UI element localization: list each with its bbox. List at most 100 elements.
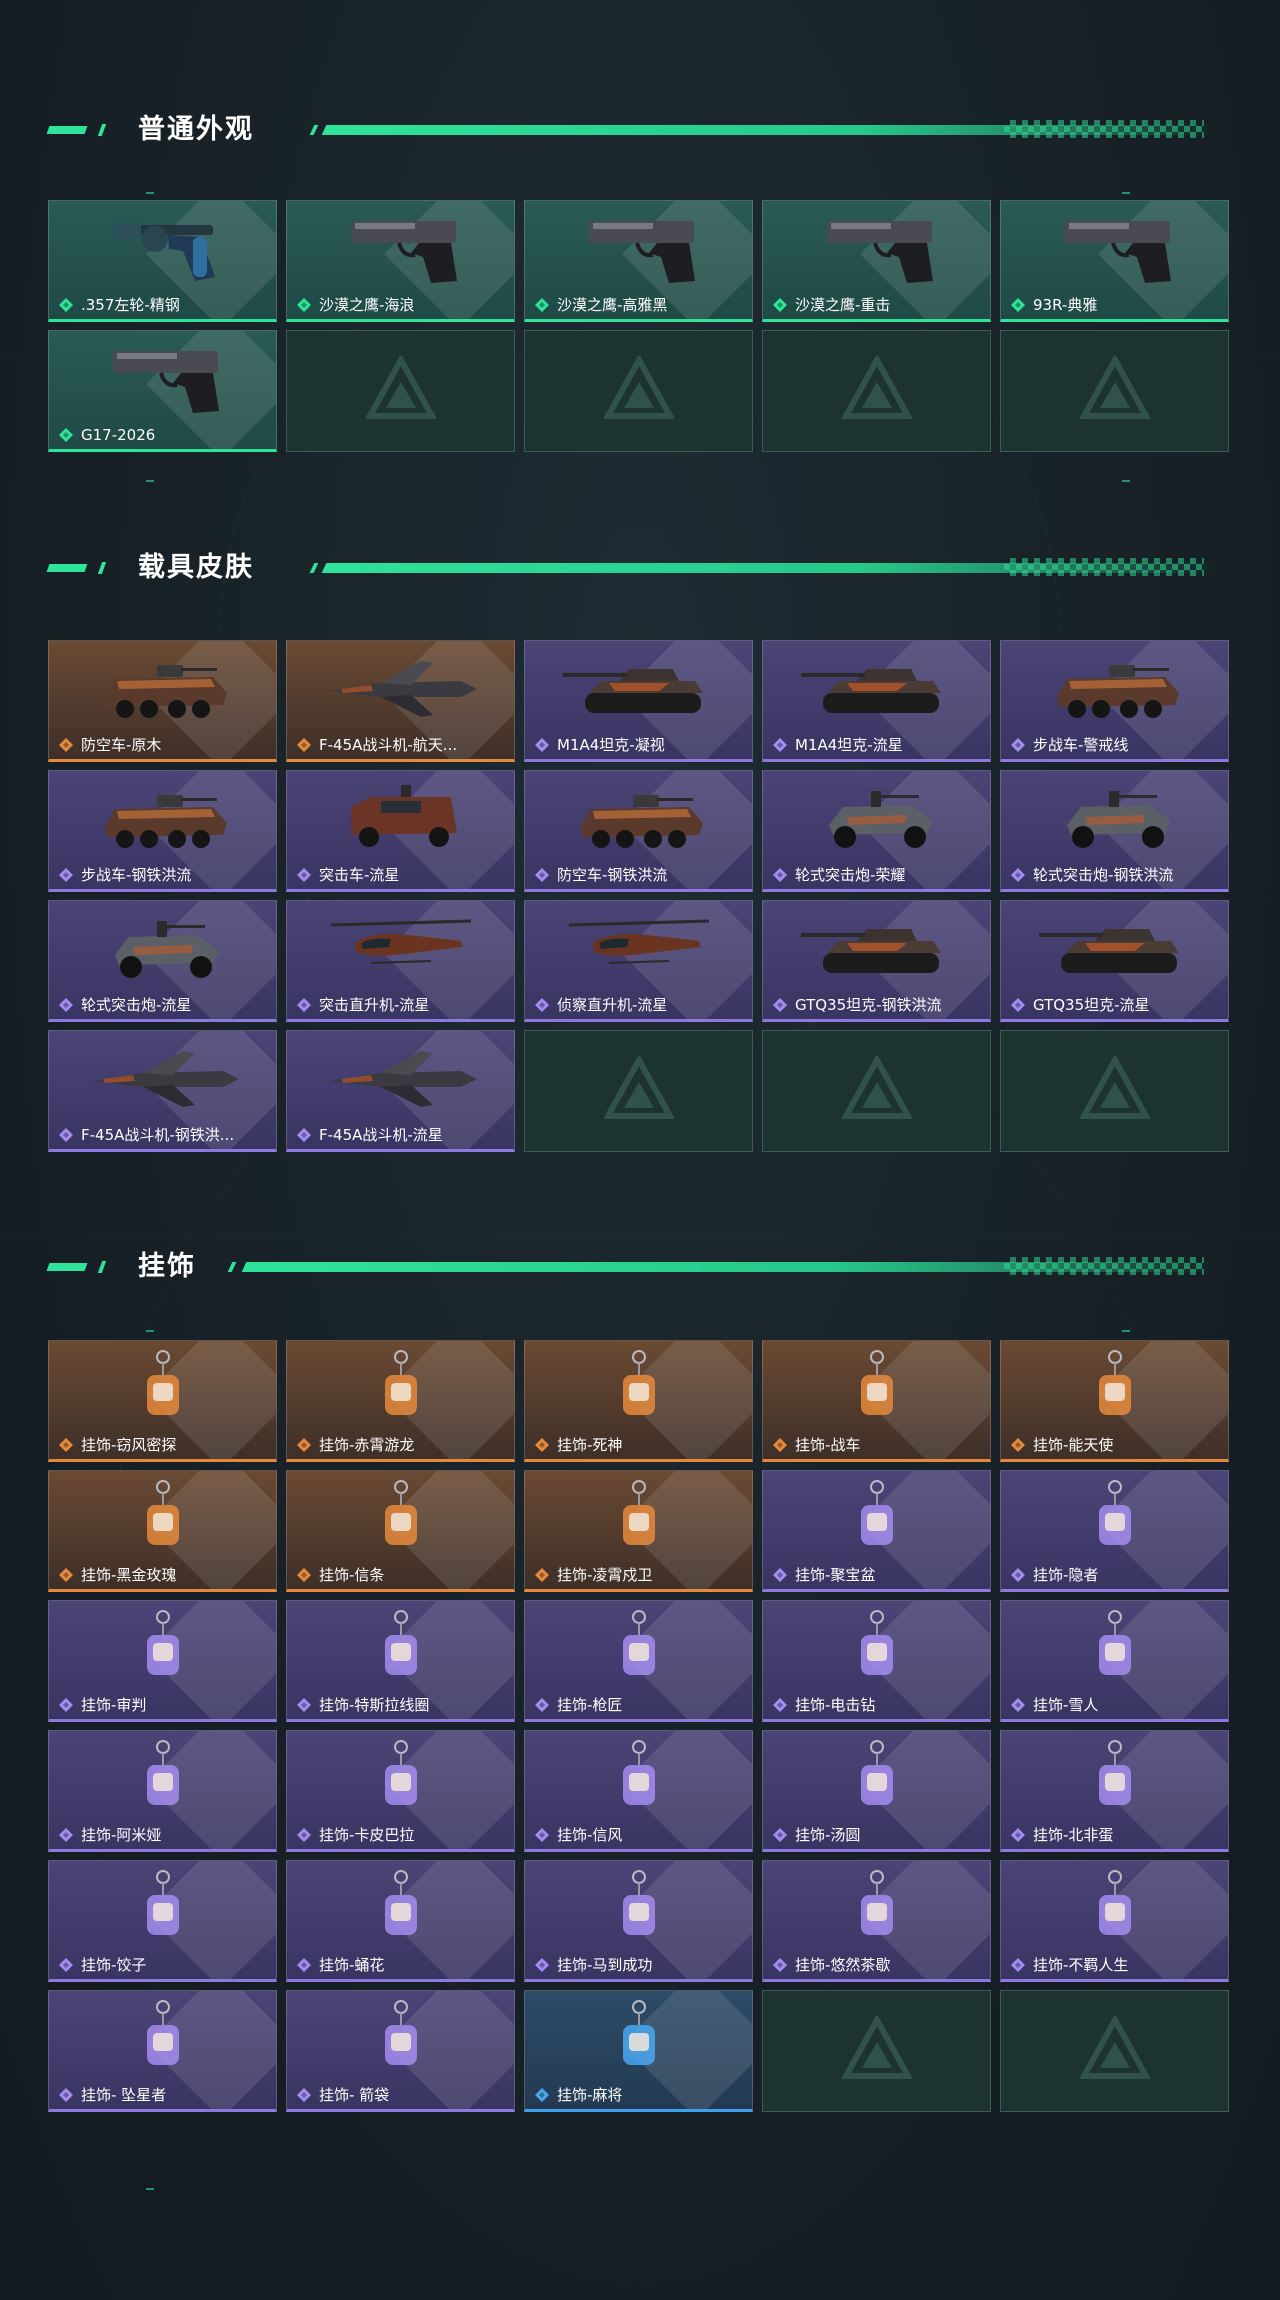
item-card[interactable]: 步战车-钢铁洪流 (48, 770, 277, 892)
section-header-vehicle-skins: 载具皮肤 (46, 548, 1232, 588)
item-card[interactable]: 防空车-钢铁洪流 (524, 770, 753, 892)
item-name: 步战车-钢铁洪流 (81, 866, 192, 884)
item-card[interactable]: 挂饰-雪人 (1000, 1600, 1229, 1722)
empty-slot (286, 330, 515, 452)
item-card[interactable]: 挂饰-汤圆 (762, 1730, 991, 1852)
item-card[interactable]: .357左轮-精钢 (48, 200, 277, 322)
item-card[interactable]: M1A4坦克-流星 (762, 640, 991, 762)
item-card[interactable]: 挂饰-信风 (524, 1730, 753, 1852)
item-card[interactable]: 挂饰-特斯拉线圈 (286, 1600, 515, 1722)
item-card[interactable]: 沙漠之鹰-重击 (762, 200, 991, 322)
item-name: 挂饰-死神 (557, 1436, 623, 1454)
item-name: 挂饰- 坠星者 (81, 2086, 167, 2104)
item-card[interactable]: 沙漠之鹰-高雅黑 (524, 200, 753, 322)
item-card[interactable]: 挂饰-黑金玫瑰 (48, 1470, 277, 1592)
item-name: 挂饰-枪匠 (557, 1696, 623, 1714)
item-name: M1A4坦克-凝视 (557, 736, 665, 754)
item-name: 挂饰-悠然茶歇 (795, 1956, 891, 1974)
item-name: F-45A战斗机-航天... (319, 736, 458, 754)
empty-slot (1000, 1990, 1229, 2112)
item-name: 挂饰-特斯拉线圈 (319, 1696, 430, 1714)
item-card[interactable]: M1A4坦克-凝视 (524, 640, 753, 762)
rarity-diamond-icon (773, 298, 787, 312)
rarity-diamond-icon (773, 1568, 787, 1582)
rarity-diamond-icon (773, 1698, 787, 1712)
corner-mark (146, 1330, 154, 1332)
item-card[interactable]: 93R-典雅 (1000, 200, 1229, 322)
item-name: 挂饰-信风 (557, 1826, 623, 1844)
item-name: 挂饰-饺子 (81, 1956, 147, 1974)
item-name: 挂饰-隐者 (1033, 1566, 1099, 1584)
section-header-charms: 挂饰 (46, 1247, 1232, 1287)
item-card[interactable]: 挂饰-阿米娅 (48, 1730, 277, 1852)
rarity-diamond-icon (297, 298, 311, 312)
item-card[interactable]: F-45A战斗机-流星 (286, 1030, 515, 1152)
item-name: 挂饰- 箭袋 (319, 2086, 390, 2104)
item-card[interactable]: 挂饰-窃风密探 (48, 1340, 277, 1462)
item-card[interactable]: 轮式突击炮-钢铁洪流 (1000, 770, 1229, 892)
section-header-common-appearance: 普通外观 (46, 110, 1232, 150)
rarity-diamond-icon (773, 1438, 787, 1452)
item-card[interactable]: 挂饰-不羁人生 (1000, 1860, 1229, 1982)
item-card[interactable]: 挂饰-马到成功 (524, 1860, 753, 1982)
item-name: 挂饰-窃风密探 (81, 1436, 177, 1454)
item-card[interactable]: 挂饰-审判 (48, 1600, 277, 1722)
item-card[interactable]: 挂饰-凌霄戍卫 (524, 1470, 753, 1592)
item-card[interactable]: G17-2026 (48, 330, 277, 452)
item-card[interactable]: 步战车-警戒线 (1000, 640, 1229, 762)
empty-slot (762, 1030, 991, 1152)
item-name: 挂饰-凌霄戍卫 (557, 1566, 653, 1584)
item-card[interactable]: 挂饰-赤霄游龙 (286, 1340, 515, 1462)
item-card[interactable]: 轮式突击炮-荣耀 (762, 770, 991, 892)
item-name: F-45A战斗机-流星 (319, 1126, 443, 1144)
item-card[interactable]: 侦察直升机-流星 (524, 900, 753, 1022)
rarity-diamond-icon (297, 1958, 311, 1972)
item-grid-common-appearance: .357左轮-精钢 沙漠之鹰-海浪 沙漠之鹰-高雅黑 沙漠之鹰-重击 93R-典雅 G17… (48, 200, 1232, 452)
item-card[interactable]: 挂饰- 坠星者 (48, 1990, 277, 2112)
item-name: 挂饰-阿米娅 (81, 1826, 162, 1844)
item-name: 防空车-原木 (81, 736, 162, 754)
rarity-diamond-icon (297, 868, 311, 882)
item-name: 突击直升机-流星 (319, 996, 430, 1014)
item-card[interactable]: 挂饰-战车 (762, 1340, 991, 1462)
item-card[interactable]: GTQ35坦克-流星 (1000, 900, 1229, 1022)
item-name: 侦察直升机-流星 (557, 996, 668, 1014)
placeholder-logo-icon (603, 1056, 674, 1119)
item-card[interactable]: 挂饰-悠然茶歇 (762, 1860, 991, 1982)
corner-mark (1122, 1330, 1130, 1332)
section-title: 载具皮肤 (138, 552, 254, 583)
item-grid-charms: 挂饰-窃风密探 挂饰-赤霄游龙 挂饰-死神 挂饰-战车 挂饰-能天使 挂饰-黑金玫瑰 挂饰-… (48, 1340, 1232, 2112)
item-name: 挂饰-黑金玫瑰 (81, 1566, 177, 1584)
item-card[interactable]: 沙漠之鹰-海浪 (286, 200, 515, 322)
empty-slot (524, 330, 753, 452)
item-card[interactable]: GTQ35坦克-钢铁洪流 (762, 900, 991, 1022)
item-card[interactable]: 挂饰-饺子 (48, 1860, 277, 1982)
item-name: M1A4坦克-流星 (795, 736, 903, 754)
item-card[interactable]: 挂饰-能天使 (1000, 1340, 1229, 1462)
corner-mark (1122, 480, 1130, 482)
item-card[interactable]: 挂饰-枪匠 (524, 1600, 753, 1722)
item-card[interactable]: 突击直升机-流星 (286, 900, 515, 1022)
item-card[interactable]: 挂饰-电击钻 (762, 1600, 991, 1722)
item-card[interactable]: 挂饰- 箭袋 (286, 1990, 515, 2112)
item-card[interactable]: 突击车-流星 (286, 770, 515, 892)
item-name: 沙漠之鹰-高雅黑 (557, 296, 668, 314)
item-card[interactable]: 挂饰-麻将 (524, 1990, 753, 2112)
item-card[interactable]: 防空车-原木 (48, 640, 277, 762)
item-card[interactable]: 挂饰-蛹花 (286, 1860, 515, 1982)
item-card[interactable]: F-45A战斗机-钢铁洪... (48, 1030, 277, 1152)
item-card[interactable]: 挂饰-隐者 (1000, 1470, 1229, 1592)
item-grid-vehicle-skins: 防空车-原木 F-45A战斗机-航天... M1A4坦克-凝视 M1A4坦克-流星 步战… (48, 640, 1232, 1152)
item-card[interactable]: 挂饰-卡皮巴拉 (286, 1730, 515, 1852)
item-card[interactable]: 挂饰-死神 (524, 1340, 753, 1462)
placeholder-logo-icon (841, 356, 912, 419)
item-card[interactable]: 挂饰-北非蛋 (1000, 1730, 1229, 1852)
header-line-tick (309, 125, 319, 135)
item-name: 挂饰-审判 (81, 1696, 147, 1714)
item-card[interactable]: F-45A战斗机-航天... (286, 640, 515, 762)
item-card[interactable]: 挂饰-信条 (286, 1470, 515, 1592)
item-card[interactable]: 挂饰-聚宝盆 (762, 1470, 991, 1592)
item-card[interactable]: 轮式突击炮-流星 (48, 900, 277, 1022)
empty-slot (762, 330, 991, 452)
item-name: 轮式突击炮-荣耀 (795, 866, 906, 884)
